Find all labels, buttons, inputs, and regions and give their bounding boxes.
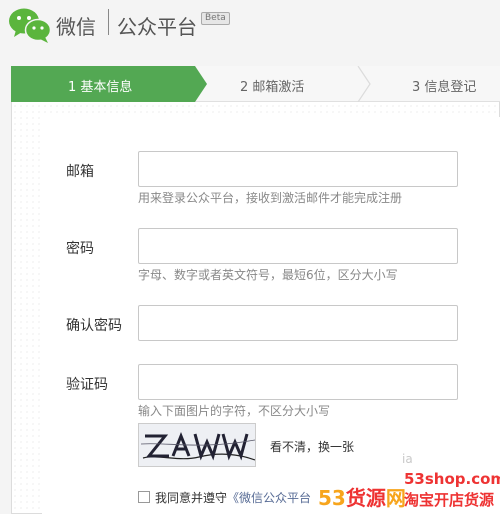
captcha-image[interactable]	[138, 423, 256, 467]
email-input[interactable]	[138, 151, 458, 187]
brand-divider	[108, 9, 109, 35]
password-label: 密码	[66, 241, 94, 257]
captcha-input[interactable]	[138, 364, 458, 400]
step-basic-info: 1 基本信息	[68, 80, 133, 95]
watermark-faint-text: ia	[402, 452, 413, 466]
captcha-hint: 输入下面图片的字符，不区分大小写	[138, 404, 331, 418]
beta-badge: Beta	[201, 12, 230, 25]
agree-text: 我同意并遵守《微信公众平台	[155, 489, 311, 506]
wechat-logo-icon	[9, 8, 52, 43]
platform-name: 公众平台	[117, 15, 197, 39]
step-1-arrow	[195, 66, 207, 102]
progress-steps: 1 基本信息 2 邮箱激活 3 信息登记	[11, 66, 500, 102]
watermark-brand: 53货源网	[318, 482, 406, 511]
step-info-registration: 3 信息登记	[412, 80, 477, 95]
step-email-activation: 2 邮箱激活	[240, 80, 305, 95]
step-2-arrow	[357, 66, 371, 102]
watermark-site: 53shop.com	[404, 470, 500, 488]
email-label: 邮箱	[66, 164, 94, 180]
password-hint: 字母、数字或者英文符号，最短6位，区分大小写	[138, 268, 398, 282]
password-input[interactable]	[138, 228, 458, 264]
brand-name: 微信	[56, 15, 96, 39]
watermark-tagline: 淘宝开店货源	[404, 491, 495, 509]
captcha-label: 验证码	[66, 377, 108, 393]
top-header: 微信 公众平台 Beta	[0, 0, 500, 52]
confirm-password-label: 确认密码	[66, 318, 122, 334]
agreement-link[interactable]: 《微信公众平台	[227, 491, 311, 505]
captcha-glyphs	[140, 431, 255, 461]
watermark-brand-a: 53	[318, 486, 346, 510]
watermark-brand-b: 货源	[345, 486, 386, 510]
agree-prefix: 我同意并遵守	[155, 491, 228, 505]
confirm-password-input[interactable]	[138, 305, 458, 341]
agree-checkbox[interactable]	[138, 491, 150, 503]
refresh-captcha-link[interactable]: 看不清，换一张	[270, 438, 354, 455]
watermark-brand-c: 网	[385, 486, 406, 510]
email-hint: 用来登录公众平台，接收到激活邮件才能完成注册	[138, 191, 403, 205]
